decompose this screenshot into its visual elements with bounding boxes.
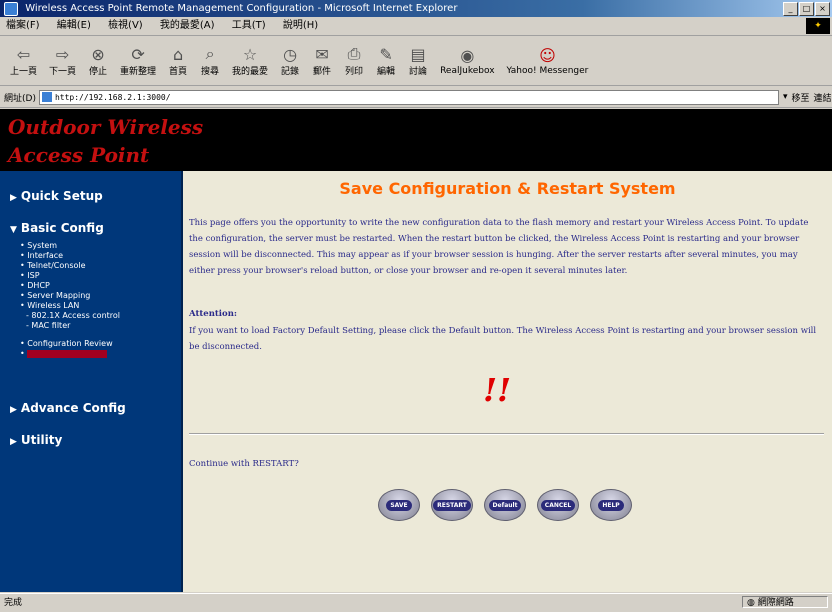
- nav-item-save-restart-label: Save & Restart: [27, 349, 108, 359]
- header-title-line1: Outdoor Wireless: [8, 115, 204, 139]
- search-icon: ⌕: [205, 44, 215, 63]
- mail-icon: ✉: [315, 44, 329, 64]
- history-icon: ◷: [283, 44, 298, 64]
- realjukebox-icon: ◉: [460, 46, 475, 65]
- forward-arrow-icon: ⇨: [55, 44, 70, 64]
- default-button[interactable]: Default: [484, 489, 526, 521]
- nav-item-server-mapping[interactable]: Server Mapping: [20, 291, 120, 301]
- nav-item-isp[interactable]: ISP: [20, 271, 120, 281]
- page-icon: [41, 92, 52, 102]
- minimize-button[interactable]: _: [783, 2, 798, 16]
- nav-item-telnet-console[interactable]: Telnet/Console: [20, 261, 120, 271]
- globe-icon: ◍: [747, 598, 758, 608]
- sidebar-nav: ▶Quick Setup ▼Basic Config System Interf…: [0, 171, 183, 592]
- refresh-icon: ⟳: [131, 44, 145, 64]
- menu-edit[interactable]: 編輯(E): [57, 20, 91, 31]
- history-button[interactable]: ◷ 記錄: [280, 44, 300, 78]
- attention-text: If you want to load Factory Default Sett…: [189, 326, 817, 352]
- main-content: Save Configuration & Restart System This…: [183, 171, 832, 592]
- description-text: This page offers you the opportunity to …: [189, 218, 809, 276]
- internet-zone: ◍ 網際網路: [742, 596, 828, 608]
- nav-item-8021x[interactable]: - 802.1X Access control: [20, 311, 120, 321]
- triangle-down-icon: ▼: [10, 225, 17, 235]
- nav-item-interface[interactable]: Interface: [20, 251, 120, 261]
- nav-utility[interactable]: ▶ Utility: [10, 433, 62, 447]
- page-title: Save Configuration & Restart System: [339, 179, 676, 198]
- page-header: Outdoor Wireless Access Point: [0, 109, 832, 171]
- links-button[interactable]: 連結: [814, 91, 832, 104]
- nav-item-dhcp[interactable]: DHCP: [20, 281, 120, 291]
- save-button[interactable]: SAVE: [378, 489, 420, 521]
- dropdown-arrow-icon[interactable]: ▾: [783, 92, 788, 102]
- address-input[interactable]: http://192.168.2.1:3000/: [38, 89, 779, 105]
- triangle-right-icon: ▶: [10, 437, 17, 447]
- menu-favorites[interactable]: 我的最愛(A): [160, 20, 215, 31]
- nav-item-wireless-lan[interactable]: Wireless LAN: [20, 301, 120, 311]
- nav-advance-config[interactable]: ▶ Advance Config: [10, 401, 126, 415]
- window-title: Wireless Access Point Remote Management …: [25, 3, 458, 14]
- discuss-icon: ▤: [410, 44, 426, 64]
- window-titlebar: Wireless Access Point Remote Management …: [0, 0, 832, 17]
- restart-button[interactable]: RESTART: [431, 489, 473, 521]
- address-url: http://192.168.2.1:3000/: [54, 92, 171, 102]
- menu-view[interactable]: 檢視(V): [108, 20, 143, 31]
- realjukebox-button[interactable]: ◉ RealJukebox: [440, 46, 494, 76]
- print-icon: ⎙: [347, 44, 361, 63]
- address-bar: 網址(D) http://192.168.2.1:3000/ ▾ 移至 連結: [0, 87, 832, 108]
- forward-button[interactable]: ⇨ 下一頁: [49, 44, 76, 78]
- ie-logo-icon: [4, 2, 18, 16]
- menu-help[interactable]: 說明(H): [283, 20, 318, 31]
- mail-button[interactable]: ✉ 郵件: [312, 44, 332, 78]
- maximize-button[interactable]: □: [799, 2, 814, 16]
- status-text: 完成: [4, 598, 23, 608]
- print-button[interactable]: ⎙ 列印: [344, 44, 364, 77]
- favorites-icon: ☆: [242, 44, 258, 64]
- nav-quick-setup[interactable]: ▶ Quick Setup: [10, 189, 103, 203]
- action-buttons: SAVE RESTART Default CANCEL HELP: [378, 489, 632, 521]
- menu-tools[interactable]: 工具(T): [232, 20, 266, 31]
- divider: [189, 433, 824, 435]
- attention-label: Attention:: [189, 309, 238, 319]
- home-button[interactable]: ⌂ 首頁: [168, 44, 188, 78]
- windows-logo-icon: ✦: [806, 18, 830, 34]
- window-controls: _ □ ×: [783, 2, 830, 16]
- warning-mark: !!: [483, 371, 512, 409]
- browser-toolbar: ⇦ 上一頁 ⇨ 下一頁 ⊗ 停止 ⟳ 重新整理 ⌂ 首頁 ⌕ 搜尋 ☆ 我的最愛 ◷ 記錄 ✉ 郵…: [0, 36, 832, 86]
- home-icon: ⌂: [172, 44, 184, 64]
- menu-file[interactable]: 檔案(F): [6, 20, 40, 31]
- nav-item-config-review[interactable]: Configuration Review: [20, 339, 120, 349]
- menu-bar: 檔案(F) 編輯(E) 檢視(V) 我的最愛(A) 工具(T) 說明(H) ✦: [0, 17, 832, 36]
- address-label: 網址(D): [4, 93, 36, 104]
- stop-icon: ⊗: [91, 44, 105, 64]
- nav-item-mac-filter[interactable]: - MAC filter: [20, 321, 120, 331]
- close-button[interactable]: ×: [815, 2, 830, 16]
- stop-button[interactable]: ⊗ 停止: [88, 44, 108, 78]
- yahoo-messenger-icon: ☺: [539, 46, 556, 65]
- triangle-right-icon: ▶: [10, 405, 17, 415]
- discuss-button[interactable]: ▤ 討論: [408, 44, 428, 78]
- continue-prompt: Continue with RESTART?: [189, 459, 299, 469]
- go-button[interactable]: 移至: [791, 91, 809, 104]
- favorites-button[interactable]: ☆ 我的最愛: [232, 44, 268, 78]
- nav-item-save-restart[interactable]: Save & Restart: [20, 349, 120, 359]
- basic-config-submenu: System Interface Telnet/Console ISP DHCP…: [20, 241, 120, 359]
- status-bar: 完成 ◍ 網際網路: [0, 593, 832, 612]
- back-button[interactable]: ⇦ 上一頁: [10, 44, 37, 78]
- triangle-right-icon: ▶: [10, 193, 17, 203]
- edit-icon: ✎: [379, 44, 393, 64]
- cancel-button[interactable]: CANCEL: [537, 489, 579, 521]
- nav-basic-config[interactable]: ▼ Basic Config: [10, 221, 104, 235]
- refresh-button[interactable]: ⟳ 重新整理: [120, 44, 156, 78]
- edit-button[interactable]: ✎ 編輯: [376, 44, 396, 78]
- search-button[interactable]: ⌕ 搜尋: [200, 44, 220, 77]
- header-title-line2: Access Point: [8, 143, 150, 167]
- yahoo-messenger-button[interactable]: ☺ Yahoo! Messenger: [507, 46, 589, 76]
- help-button[interactable]: HELP: [590, 489, 632, 521]
- nav-item-system[interactable]: System: [20, 241, 120, 251]
- back-arrow-icon: ⇦: [16, 44, 31, 64]
